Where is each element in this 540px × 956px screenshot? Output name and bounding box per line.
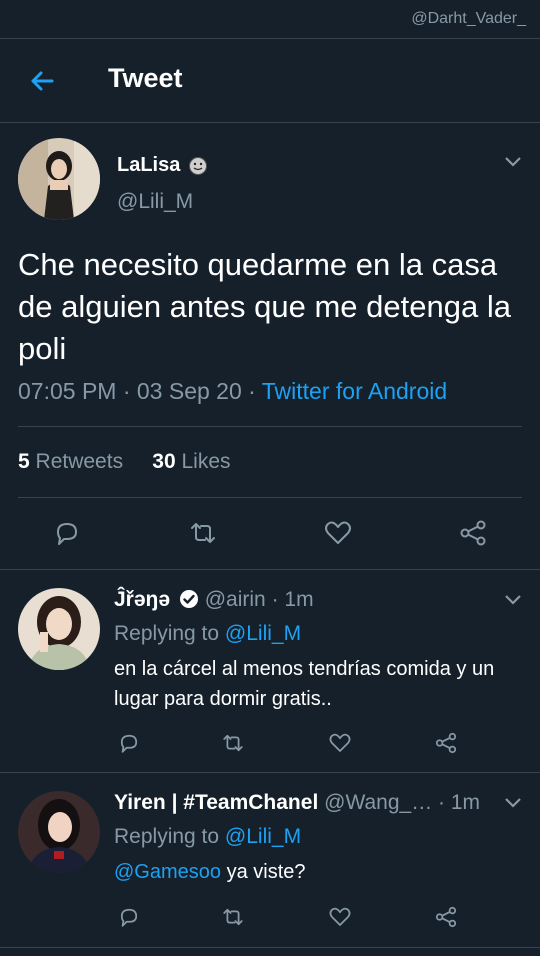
replying-to: Replying to @Lili_M (114, 622, 301, 646)
likes-stat[interactable]: 30 Likes (152, 450, 230, 473)
reply-author-name[interactable]: Ĵřəŋə (114, 588, 170, 611)
chevron-down-icon[interactable] (504, 797, 522, 809)
tweet-actions (0, 518, 540, 550)
watermark: @Darht_Vader_ (411, 10, 526, 27)
engagement-counts: 5 Retweets 30 Likes (18, 450, 231, 474)
tweet-timestamp: 07:05 PM · 03 Sep 20 · (18, 378, 262, 404)
retweet-icon[interactable] (188, 518, 218, 548)
reply-text: @Gamesoo ya viste? (114, 857, 534, 887)
divider (18, 426, 522, 427)
tweet-source-link[interactable]: Twitter for Android (262, 378, 447, 404)
reply-handle-time[interactable]: @airin · 1m (205, 588, 314, 611)
author-handle[interactable]: @Lili_M (117, 190, 193, 214)
retweets-stat[interactable]: 5 Retweets (18, 450, 123, 473)
back-arrow-icon[interactable] (26, 65, 58, 97)
avatar[interactable] (18, 138, 100, 220)
share-icon[interactable] (434, 731, 458, 755)
reply-author-name[interactable]: Yiren | #TeamChanel (114, 791, 318, 814)
retweets-count: 5 (18, 450, 30, 473)
replying-to-mention[interactable]: @Lili_M (225, 622, 301, 645)
retweets-label: Retweets (35, 450, 124, 473)
smiley-icon (189, 156, 208, 175)
share-icon[interactable] (434, 905, 458, 929)
chevron-down-icon[interactable] (504, 156, 522, 168)
reply-text-body: ya viste? (221, 861, 306, 883)
page-title: Tweet (108, 63, 183, 93)
reply-text: en la cárcel al menos tendrías comida y … (114, 658, 495, 710)
verified-icon (179, 590, 198, 608)
like-icon[interactable] (328, 731, 352, 755)
likes-label: Likes (181, 450, 231, 473)
retweet-icon[interactable] (221, 905, 245, 929)
reply-item[interactable]: Ĵřəŋə @airin · 1m Replying to @Lili_M en… (0, 570, 540, 772)
reply-icon[interactable] (117, 905, 141, 929)
tweet-text: Che necesito quedarme en la casa de algu… (18, 247, 511, 366)
reply-item[interactable]: Yiren | #TeamChanel @Wang_… · 1m Replyin… (0, 773, 540, 948)
header-bar: Tweet (0, 39, 540, 123)
replying-to-label: Replying to (114, 825, 225, 848)
retweet-icon[interactable] (221, 731, 245, 755)
divider (18, 497, 522, 498)
reply-icon[interactable] (52, 518, 82, 548)
reply-mention[interactable]: @Gamesoo (114, 861, 221, 883)
divider (0, 947, 540, 948)
replying-to-label: Replying to (114, 622, 225, 645)
likes-count: 30 (152, 450, 176, 473)
author-name-row: LaLisa (117, 154, 208, 177)
author-name[interactable]: LaLisa (117, 154, 180, 177)
chevron-down-icon[interactable] (504, 594, 522, 606)
reply-header: Ĵřəŋə @airin · 1m (114, 588, 314, 612)
replying-to-mention[interactable]: @Lili_M (225, 825, 301, 848)
share-icon[interactable] (458, 518, 488, 548)
reply-icon[interactable] (117, 731, 141, 755)
replying-to: Replying to @Lili_M (114, 825, 301, 849)
avatar[interactable] (18, 588, 100, 670)
tweet-meta: 07:05 PM · 03 Sep 20 · Twitter for Andro… (18, 378, 447, 405)
like-icon[interactable] (328, 905, 352, 929)
reply-handle-time[interactable]: @Wang_… · 1m (324, 791, 480, 814)
like-icon[interactable] (323, 518, 353, 548)
reply-header: Yiren | #TeamChanel @Wang_… · 1m (114, 791, 480, 815)
avatar[interactable] (18, 791, 100, 873)
